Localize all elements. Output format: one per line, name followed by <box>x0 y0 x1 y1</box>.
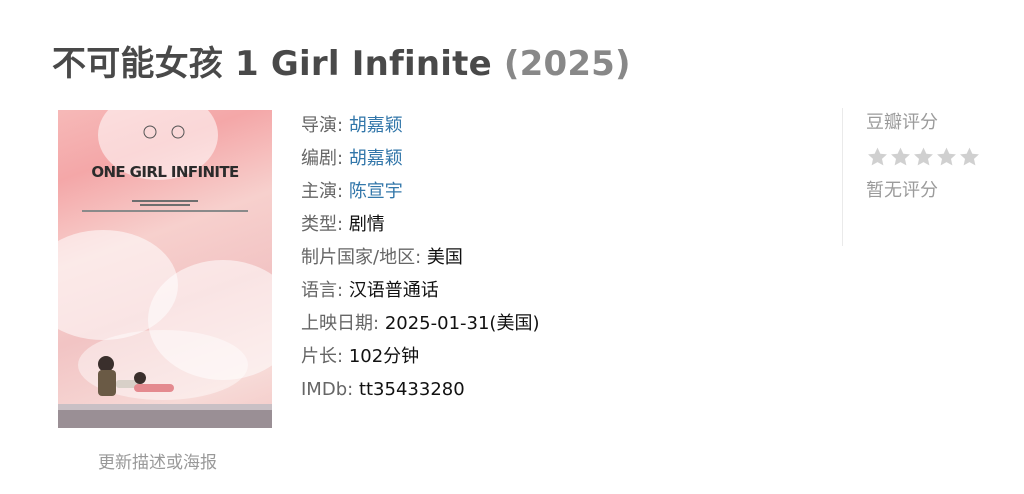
country-label: 制片国家/地区: <box>301 247 422 268</box>
release-row: 上映日期: 2025-01-31(美国) <box>301 307 539 340</box>
no-rating-text: 暂无评分 <box>866 180 938 201</box>
star-icon <box>960 147 979 166</box>
rating-heading: 豆瓣评分 <box>866 112 938 133</box>
release-label: 上映日期: <box>301 313 380 334</box>
poster-credits-icon <box>82 200 248 212</box>
imdb-row: IMDb: tt35433280 <box>301 373 539 406</box>
movie-poster[interactable]: ONE GIRL INFINITE <box>58 110 272 428</box>
page-title: 不可能女孩 1 Girl Infinite (2025) <box>52 36 631 85</box>
imdb-value: tt35433280 <box>358 379 465 400</box>
language-value: 汉语普通话 <box>348 280 439 301</box>
genre-value: 剧情 <box>348 214 385 235</box>
festival-laurels-icon <box>143 125 185 139</box>
country-row: 制片国家/地区: 美国 <box>301 241 539 274</box>
runtime-value: 102分钟 <box>348 346 420 367</box>
genre-row: 类型: 剧情 <box>301 208 539 241</box>
poster-title-text: ONE GIRL INFINITE <box>91 163 239 181</box>
star-icon <box>937 147 956 166</box>
language-row: 语言: 汉语普通话 <box>301 274 539 307</box>
star-icon <box>868 147 887 166</box>
update-description-link[interactable]: 更新描述或海报 <box>98 448 217 473</box>
poster-ledge-base <box>58 410 272 428</box>
rating-stars <box>866 146 981 168</box>
language-label: 语言: <box>301 280 344 301</box>
director-row: 导演: 胡嘉颖 <box>301 109 539 142</box>
country-value: 美国 <box>426 247 463 268</box>
movie-year: (2025) <box>503 44 631 84</box>
writer-link[interactable]: 胡嘉颖 <box>349 148 403 169</box>
cast-label: 主演: <box>301 181 344 202</box>
movie-title: 不可能女孩 1 Girl Infinite <box>52 44 492 84</box>
star-icon <box>891 147 910 166</box>
movie-info: 导演: 胡嘉颖 编剧: 胡嘉颖 主演: 陈宣宇 类型: 剧情 制片国家/地区: … <box>301 109 539 406</box>
star-icon <box>914 147 933 166</box>
release-value: 2025-01-31(美国) <box>384 313 540 334</box>
writer-row: 编剧: 胡嘉颖 <box>301 142 539 175</box>
writer-label: 编剧: <box>301 148 344 169</box>
cast-link[interactable]: 陈宣宇 <box>349 181 403 202</box>
runtime-row: 片长: 102分钟 <box>301 340 539 373</box>
director-link[interactable]: 胡嘉颖 <box>349 115 403 136</box>
director-label: 导演: <box>301 115 344 136</box>
cast-row: 主演: 陈宣宇 <box>301 175 539 208</box>
rating-divider <box>842 108 843 246</box>
imdb-label: IMDb: <box>301 379 354 400</box>
genre-label: 类型: <box>301 214 344 235</box>
runtime-label: 片长: <box>301 346 344 367</box>
